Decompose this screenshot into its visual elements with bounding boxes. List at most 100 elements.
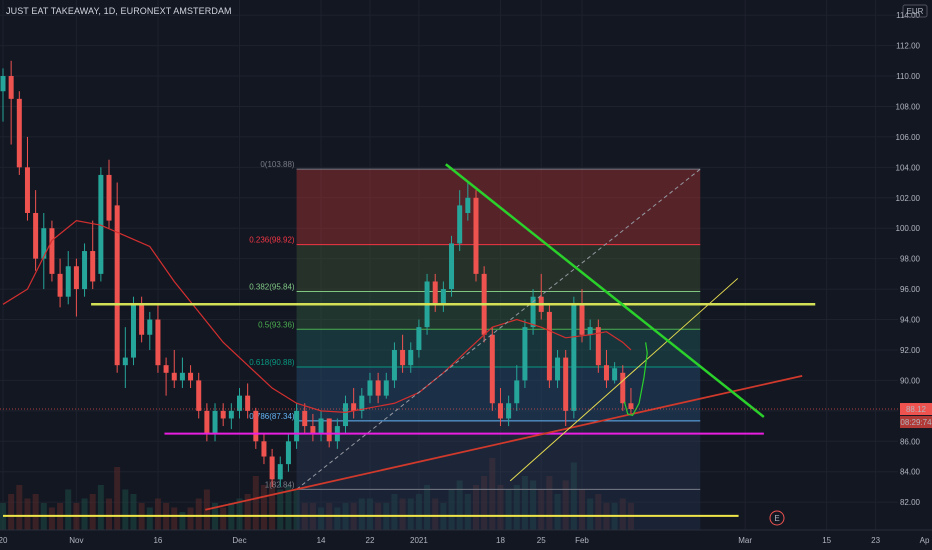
currency-badge: EUR [902, 4, 928, 18]
time-tick-label: Ap [920, 536, 930, 545]
volume-bar [114, 467, 121, 530]
candle-body [24, 167, 30, 213]
candle [571, 296, 577, 419]
candle-body [449, 243, 455, 290]
volume-bar [24, 498, 31, 530]
volume-bar [48, 507, 55, 530]
price-tick-label: 96.00 [900, 285, 921, 294]
overlay-labels: E [769, 510, 785, 526]
candle [49, 220, 55, 282]
candle [179, 357, 185, 389]
candle [0, 68, 6, 122]
candle-body [408, 349, 414, 366]
price-tick-label: 100.00 [896, 224, 921, 233]
candle-body [57, 273, 63, 297]
candle [228, 403, 234, 430]
candle [41, 212, 47, 290]
candle-body [33, 212, 39, 259]
price-tick-label: 92.00 [900, 346, 921, 355]
candle-body [139, 304, 145, 335]
candle [24, 136, 30, 221]
earnings-event-marker: E [769, 510, 785, 526]
volume-bar [252, 476, 259, 530]
candle [188, 365, 194, 389]
candle [253, 407, 259, 449]
candle [130, 296, 136, 366]
candle-body [522, 327, 528, 381]
volume-bar [16, 485, 23, 530]
volume-bar [195, 498, 202, 530]
candle-body [628, 403, 634, 410]
price-tick-label: 104.00 [896, 163, 921, 172]
candle [114, 182, 120, 373]
candle-body [432, 281, 438, 305]
fib-level-label: 0.618(90.88) [249, 358, 295, 367]
candle-body [351, 403, 357, 411]
time-tick-label: 16 [153, 536, 162, 545]
volume-bar [179, 512, 186, 530]
candle-body [196, 380, 202, 411]
candle-body [179, 372, 185, 381]
candle [155, 304, 161, 373]
volume-bar [220, 507, 227, 530]
candle-body [220, 410, 226, 419]
candle-body [16, 98, 22, 168]
candle-body [90, 251, 96, 282]
candle-body [391, 349, 397, 381]
price-tick-label: 106.00 [896, 133, 921, 142]
candle [90, 220, 96, 290]
time-tick-label: 22 [366, 536, 375, 545]
price-tick-label: 102.00 [896, 194, 921, 203]
candle [57, 258, 63, 308]
price-tick-label: 112.00 [896, 42, 920, 51]
candle [16, 91, 22, 175]
volume-bar [277, 489, 284, 530]
candle-body [277, 464, 283, 480]
price-tick-label: 84.00 [900, 468, 921, 477]
time-tick-label: 15 [822, 536, 831, 545]
volume-bar [130, 494, 137, 530]
candle [236, 388, 242, 419]
candle-body [571, 304, 577, 411]
time-axis[interactable]: 20 Nov 16 Dec 14 22 2021 18 25 Feb Mar 15 23 Ap [0, 529, 932, 550]
price-tick-label: 98.00 [900, 255, 921, 264]
candle [546, 304, 552, 389]
candle-body [0, 76, 6, 92]
price-tick-label: 94.00 [900, 316, 921, 325]
candle-body [106, 174, 112, 221]
candle-body [473, 197, 479, 274]
candle-body [147, 319, 153, 335]
price-chart[interactable]: 0(103.88) 0.236(98.92) 0.382(95.84) 0.5(93.… [0, 0, 932, 550]
candle-body [310, 426, 316, 434]
time-tick-label: Mar [738, 536, 752, 545]
candle [261, 433, 267, 465]
price-axis[interactable]: 82.0084.0086.0088.0090.0092.0094.0096.00… [896, 0, 932, 550]
candle-body [375, 380, 381, 396]
countdown-value: 08:29:74 [900, 418, 932, 427]
currency-label: EUR [907, 7, 924, 16]
candle [122, 327, 128, 389]
event-letter: E [774, 514, 779, 523]
candle-body [546, 311, 552, 381]
candle-body [465, 197, 471, 213]
candle-body [563, 357, 569, 411]
volume-bar [89, 494, 96, 530]
volume-bar [81, 498, 88, 530]
candle-body [489, 334, 495, 404]
candle-body [367, 380, 373, 396]
price-tick-label: 90.00 [900, 376, 921, 385]
time-tick-label: 14 [317, 536, 326, 545]
volume-bar [171, 507, 178, 530]
volume-bar [65, 489, 72, 530]
fib-zone [296, 420, 701, 490]
candle-body [302, 410, 308, 427]
candle-body [163, 365, 169, 373]
price-tick-label: 82.00 [900, 498, 921, 507]
candle-body [171, 372, 177, 381]
volume-bar [260, 485, 267, 530]
price-tick-label: 108.00 [896, 102, 921, 111]
candle-body [155, 319, 161, 366]
candle-body [253, 410, 259, 442]
candle-body [114, 205, 120, 366]
candle-body [514, 380, 520, 404]
